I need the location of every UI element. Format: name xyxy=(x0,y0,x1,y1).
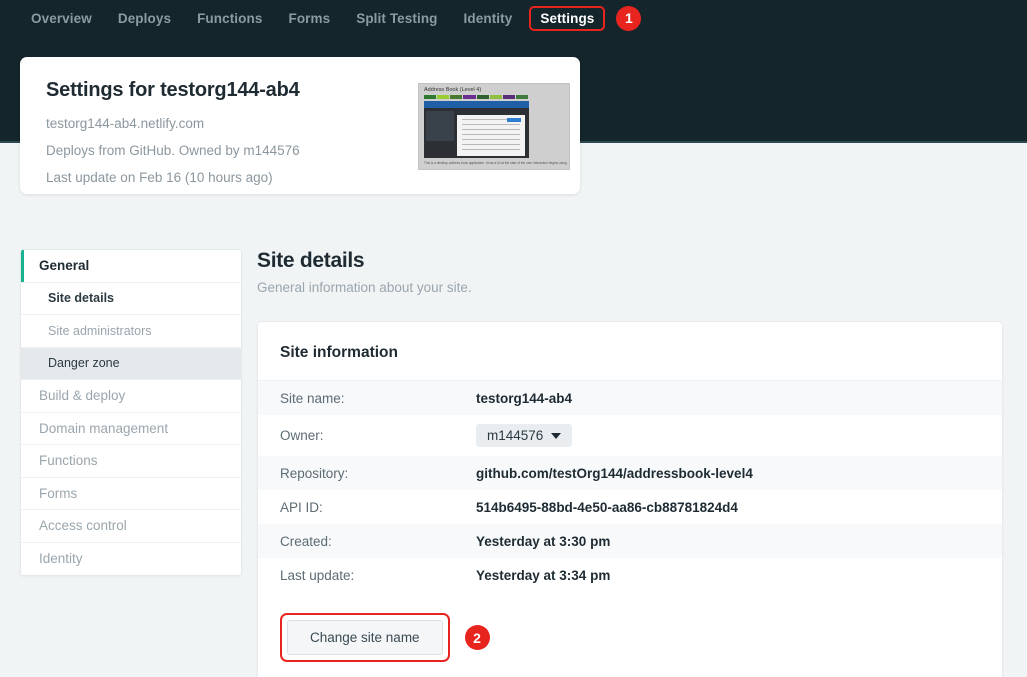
table-row: Repository: github.com/testOrg144/addres… xyxy=(258,456,1002,490)
section-title: Site details xyxy=(257,249,1003,273)
sidebar-item-site-details[interactable]: Site details xyxy=(21,283,241,316)
panel-title: Site information xyxy=(258,322,1002,381)
sidebar-item-danger-zone[interactable]: Danger zone xyxy=(21,348,241,381)
row-value-site-name: testorg144-ab4 xyxy=(476,391,572,406)
sidebar-item-identity[interactable]: Identity xyxy=(21,543,241,576)
table-row: API ID: 514b6495-88bd-4e50-aa86-cb887818… xyxy=(258,490,1002,524)
site-summary-card: Settings for testorg144-ab4 testorg144-a… xyxy=(20,57,580,194)
main-navigation: Overview Deploys Functions Forms Split T… xyxy=(0,0,641,36)
site-last-update: Last update on Feb 16 (10 hours ago) xyxy=(46,170,554,186)
row-value-last-update: Yesterday at 3:34 pm xyxy=(476,568,610,583)
row-label-site-name: Site name: xyxy=(280,391,476,406)
nav-item-forms[interactable]: Forms xyxy=(275,7,343,30)
settings-sidebar: General Site details Site administrators… xyxy=(20,249,242,576)
sidebar-item-site-administrators[interactable]: Site administrators xyxy=(21,315,241,348)
step-badge-1: 1 xyxy=(616,6,641,31)
row-label-api-id: API ID: xyxy=(280,500,476,515)
thumbnail-app-window xyxy=(424,101,529,158)
table-row: Site name: testorg144-ab4 xyxy=(258,381,1002,415)
step-badge-2: 2 xyxy=(465,625,490,650)
table-row: Owner: m144576 xyxy=(258,415,1002,456)
table-row: Created: Yesterday at 3:30 pm xyxy=(258,524,1002,558)
sidebar-item-access-control[interactable]: Access control xyxy=(21,510,241,543)
change-site-name-highlight: Change site name xyxy=(280,613,450,662)
sidebar-item-functions[interactable]: Functions xyxy=(21,445,241,478)
site-information-panel: Site information Site name: testorg144-a… xyxy=(257,321,1003,677)
settings-main-content: Site details General information about y… xyxy=(257,249,1003,677)
nav-item-deploys[interactable]: Deploys xyxy=(105,7,184,30)
nav-item-overview[interactable]: Overview xyxy=(18,7,105,30)
sidebar-item-forms[interactable]: Forms xyxy=(21,478,241,511)
nav-item-split-testing[interactable]: Split Testing xyxy=(343,7,450,30)
panel-footer: Change site name 2 xyxy=(258,592,1002,677)
row-label-repository: Repository: xyxy=(280,466,476,481)
row-label-owner: Owner: xyxy=(280,428,476,443)
sidebar-item-build-deploy[interactable]: Build & deploy xyxy=(21,380,241,413)
section-subtitle: General information about your site. xyxy=(257,280,1003,295)
owner-select-value: m144576 xyxy=(487,428,543,443)
change-site-name-button[interactable]: Change site name xyxy=(287,620,443,655)
row-label-created: Created: xyxy=(280,534,476,549)
sidebar-item-general[interactable]: General xyxy=(21,250,241,283)
thumbnail-title: Address Book (Level 4) xyxy=(419,84,569,95)
row-value-created: Yesterday at 3:30 pm xyxy=(476,534,610,549)
thumbnail-color-stripes xyxy=(424,95,528,99)
row-label-last-update: Last update: xyxy=(280,568,476,583)
table-row: Last update: Yesterday at 3:34 pm xyxy=(258,558,1002,592)
row-value-api-id: 514b6495-88bd-4e50-aa86-cb88781824d4 xyxy=(476,500,738,515)
thumbnail-footer-note: This is a desktop address book applicati… xyxy=(419,158,569,165)
owner-select[interactable]: m144576 xyxy=(476,424,572,447)
sidebar-item-domain-management[interactable]: Domain management xyxy=(21,413,241,446)
row-value-repository: github.com/testOrg144/addressbook-level4 xyxy=(476,466,753,481)
nav-item-functions[interactable]: Functions xyxy=(184,7,275,30)
site-preview-thumbnail[interactable]: Address Book (Level 4) This is a desktop… xyxy=(418,83,570,170)
nav-item-settings[interactable]: Settings xyxy=(529,6,605,31)
chevron-down-icon xyxy=(551,433,561,439)
nav-item-identity[interactable]: Identity xyxy=(451,7,526,30)
